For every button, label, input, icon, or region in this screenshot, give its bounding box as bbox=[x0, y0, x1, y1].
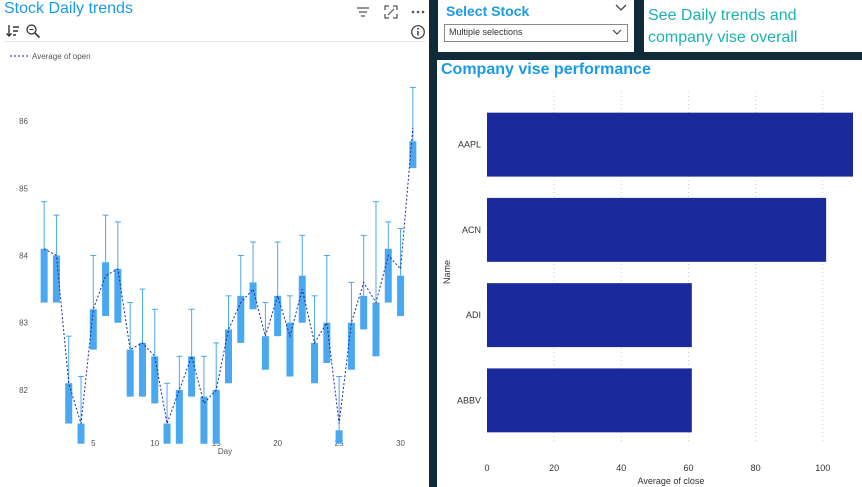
candle-body bbox=[175, 389, 183, 444]
x-tick-label: 60 bbox=[683, 463, 693, 473]
candle-body bbox=[114, 268, 122, 323]
candlestick-chart: Average of open 8283848586 51015202530 D… bbox=[10, 52, 417, 456]
candle-body bbox=[372, 302, 380, 357]
candle-body bbox=[360, 295, 368, 330]
category-label: ACN bbox=[462, 225, 481, 235]
collapse-chevron-icon[interactable] bbox=[614, 2, 628, 14]
x-tick-label: 80 bbox=[751, 463, 761, 473]
focus-mode-icon[interactable] bbox=[383, 4, 399, 20]
category-label: ABBV bbox=[457, 395, 481, 405]
candle-body bbox=[65, 383, 73, 424]
y-tick-label: 84 bbox=[19, 252, 28, 261]
x-axis-title: Day bbox=[218, 447, 232, 456]
stock-slicer: Select Stock Multiple selections bbox=[438, 0, 634, 52]
candle-body bbox=[163, 423, 171, 444]
candle-body bbox=[89, 309, 97, 350]
x-tick-label: 20 bbox=[549, 463, 559, 473]
candle-body bbox=[249, 282, 257, 310]
x-tick-label: 0 bbox=[484, 463, 489, 473]
candle-body bbox=[347, 322, 355, 370]
category-label: AAPL bbox=[458, 140, 481, 150]
category-label: ADI bbox=[466, 310, 481, 320]
slicer-title: Select Stock bbox=[446, 3, 530, 19]
y-tick-label: 83 bbox=[19, 319, 28, 328]
candle-body bbox=[126, 349, 134, 397]
candle-body bbox=[225, 329, 232, 384]
candle-body bbox=[384, 248, 392, 303]
x-tick-label: 10 bbox=[150, 439, 159, 448]
sort-icon[interactable] bbox=[5, 23, 21, 39]
more-options-icon[interactable] bbox=[410, 4, 426, 20]
chart-legend: Average of open bbox=[10, 52, 91, 61]
bar-chart: AAPL ACN ADI ABBV 0 20 40 60 80 100 Average of c… bbox=[442, 92, 853, 486]
candle-body bbox=[77, 423, 85, 444]
stock-dropdown[interactable]: Multiple selections bbox=[444, 24, 628, 42]
bar bbox=[487, 368, 692, 433]
x-tick-label: 20 bbox=[273, 439, 282, 448]
y-tick-label: 85 bbox=[19, 184, 28, 193]
candle-body bbox=[397, 275, 405, 316]
x-tick-label: 40 bbox=[616, 463, 626, 473]
header-divider bbox=[4, 41, 425, 42]
bar bbox=[487, 112, 853, 177]
bar bbox=[487, 283, 692, 348]
y-tick-label: 86 bbox=[19, 117, 28, 126]
note-textbox: See Daily trends and company vise overal… bbox=[644, 0, 862, 52]
candle-body bbox=[335, 430, 343, 444]
chevron-down-icon bbox=[612, 29, 622, 35]
zoom-icon[interactable] bbox=[25, 23, 41, 39]
stock-daily-trends-visual: Stock Daily trends Average of open 82 83 8… bbox=[0, 0, 429, 487]
dropdown-value: Multiple selections bbox=[449, 27, 523, 37]
candle-body bbox=[138, 342, 146, 397]
candle-body bbox=[40, 248, 48, 303]
note-text: See Daily trends and company vise overal… bbox=[648, 7, 798, 46]
candle-body bbox=[261, 336, 269, 370]
candle-body bbox=[102, 262, 110, 316]
filter-icon[interactable] bbox=[355, 4, 371, 20]
candle-body bbox=[212, 389, 220, 444]
legend-label: Average of open bbox=[32, 52, 91, 61]
bar bbox=[487, 197, 827, 262]
candle-body bbox=[409, 141, 417, 169]
candle-body bbox=[311, 342, 319, 384]
y-tick-label: 82 bbox=[19, 386, 28, 395]
candle-body bbox=[286, 322, 294, 377]
x-tick-label: 30 bbox=[396, 439, 405, 448]
candle-body bbox=[151, 356, 159, 404]
company-performance-visual: Company vise performance AAPL ACN ADI ABBV … bbox=[437, 60, 862, 487]
x-tick-label: 100 bbox=[815, 463, 830, 473]
x-tick-label: 5 bbox=[91, 439, 96, 448]
candle-body bbox=[274, 295, 282, 337]
info-icon[interactable] bbox=[410, 24, 426, 40]
candle-body bbox=[298, 275, 306, 323]
candle-body bbox=[200, 396, 208, 444]
x-axis-title: Average of close bbox=[638, 476, 705, 486]
left-visual-title: Stock Daily trends bbox=[4, 0, 133, 17]
y-axis-title: Name bbox=[442, 260, 452, 284]
